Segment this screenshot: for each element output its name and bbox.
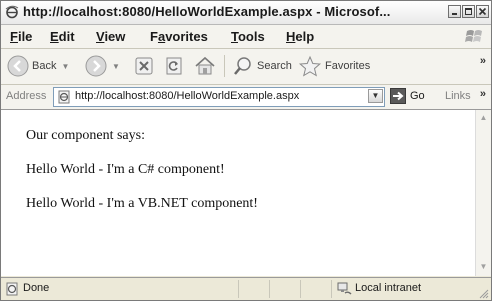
home-button[interactable] (194, 53, 216, 79)
back-button[interactable]: Back ▼ (7, 53, 69, 79)
go-label: Go (410, 90, 425, 102)
stop-icon (135, 57, 153, 75)
go-button[interactable]: Go (390, 88, 425, 104)
vbnet-component-text: Hello World - I'm a VB.NET component! (26, 196, 258, 211)
address-dropdown-button[interactable]: ▼ (368, 89, 383, 103)
intro-text: Our component says: (26, 128, 145, 143)
search-button[interactable]: Search (232, 53, 292, 79)
status-panel (300, 280, 331, 298)
back-dropdown-icon[interactable]: ▼ (61, 62, 69, 71)
address-bar: Address http://localhost:8080/HelloWorld… (1, 85, 491, 110)
windows-logo-icon (465, 30, 482, 42)
csharp-component-text: Hello World - I'm a C# component! (26, 162, 225, 177)
vertical-scrollbar[interactable]: ▲ ▼ (475, 110, 491, 276)
resize-grip-icon[interactable] (477, 287, 489, 299)
status-panel (269, 280, 300, 298)
favorites-button[interactable]: Favorites (298, 53, 370, 79)
go-arrow-icon (390, 88, 406, 104)
status-panel (238, 280, 269, 298)
close-button[interactable] (476, 5, 489, 18)
favorites-label: Favorites (325, 60, 371, 72)
toolbar-separator (224, 55, 225, 77)
refresh-button[interactable] (164, 53, 184, 79)
address-input[interactable]: http://localhost:8080/HelloWorldExample.… (53, 87, 385, 107)
menu-favorites[interactable]: Favorites (150, 29, 208, 44)
window-title: http://localhost:8080/HelloWorldExample.… (23, 4, 391, 19)
refresh-icon (166, 57, 182, 75)
links-overflow-button[interactable]: » (480, 88, 486, 100)
menu-file[interactable]: File (10, 29, 32, 44)
maximize-icon (465, 8, 472, 15)
title-bar: http://localhost:8080/HelloWorldExample.… (1, 1, 491, 25)
browser-window: http://localhost:8080/HelloWorldExample.… (0, 0, 492, 301)
search-label: Search (257, 60, 292, 72)
standard-toolbar: Back ▼ ▼ Search Favorites » (1, 49, 491, 85)
internet-explorer-icon (5, 5, 19, 19)
maximize-button[interactable] (462, 5, 475, 18)
menu-bar: File Edit View Favorites Tools Help (1, 25, 491, 49)
intranet-zone-icon (337, 282, 352, 295)
security-zone-label: Local intranet (355, 282, 422, 294)
status-text: Done (23, 282, 50, 294)
scroll-up-icon[interactable]: ▲ (478, 113, 489, 124)
back-arrow-icon (7, 55, 29, 77)
address-url: http://localhost:8080/HelloWorldExample.… (75, 90, 300, 102)
minimize-button[interactable] (448, 5, 461, 18)
page-icon (58, 90, 70, 104)
minimize-icon (452, 13, 457, 15)
page-done-icon (6, 282, 18, 296)
menu-edit[interactable]: Edit (50, 29, 75, 44)
menu-tools[interactable]: Tools (231, 29, 265, 44)
close-icon (478, 7, 487, 16)
links-button[interactable]: Links (445, 90, 471, 102)
page-content: Our component says: Hello World - I'm a … (1, 110, 475, 276)
forward-arrow-icon (85, 55, 107, 77)
favorites-star-icon (298, 55, 322, 77)
window-controls (448, 5, 489, 18)
scroll-down-icon[interactable]: ▼ (478, 262, 489, 273)
menu-help[interactable]: Help (286, 29, 314, 44)
forward-dropdown-icon[interactable]: ▼ (112, 62, 120, 71)
stop-button[interactable] (134, 53, 154, 79)
back-label: Back (32, 60, 57, 72)
toolbar-overflow-button[interactable]: » (480, 55, 486, 67)
address-label: Address (6, 90, 47, 102)
menu-view[interactable]: View (96, 29, 125, 44)
search-icon (234, 57, 251, 75)
forward-button[interactable]: ▼ (85, 53, 120, 79)
status-bar: Done Local intranet (1, 277, 491, 300)
home-icon (195, 56, 215, 75)
